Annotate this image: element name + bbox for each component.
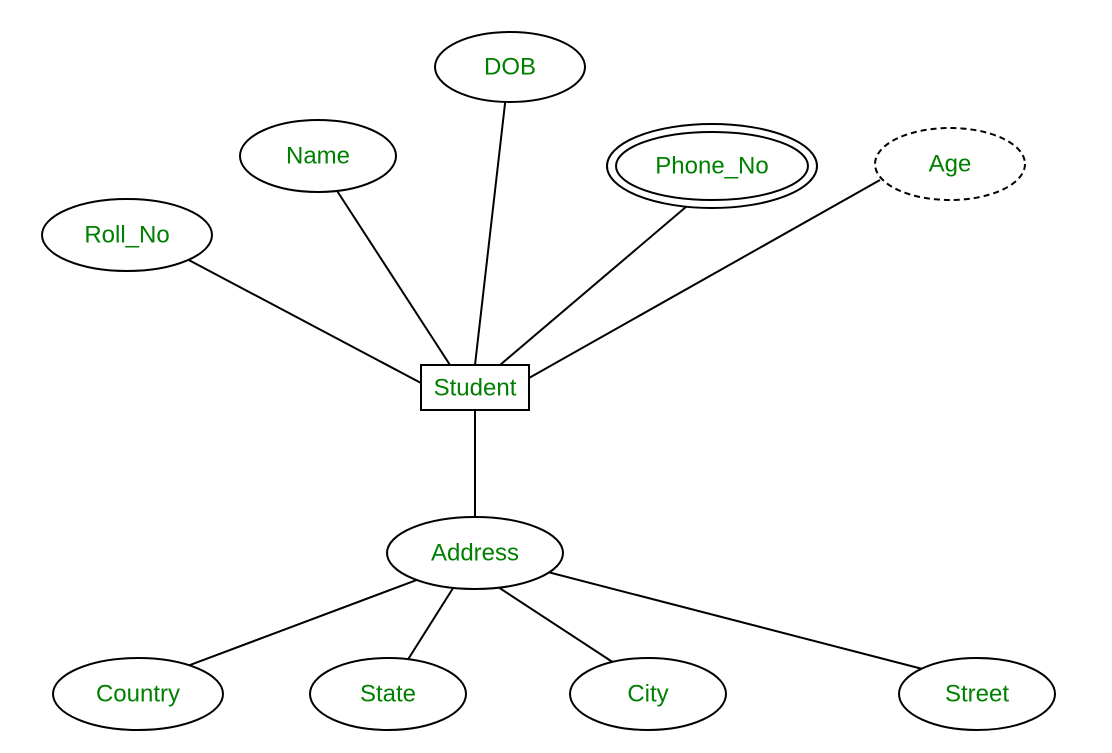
attr-country-label: Country <box>96 680 180 707</box>
attr-country: Country <box>53 658 223 730</box>
attr-state: State <box>310 658 466 730</box>
attr-roll-no: Roll_No <box>42 199 212 271</box>
attr-dob-label: DOB <box>484 53 536 80</box>
attr-city-label: City <box>627 680 668 707</box>
attr-address: Address <box>387 517 563 589</box>
attr-age: Age <box>875 128 1025 200</box>
attr-name: Name <box>240 120 396 192</box>
attr-state-label: State <box>360 680 416 707</box>
edge-student-age <box>529 180 880 378</box>
edge-student-dob <box>475 95 506 365</box>
attr-dob: DOB <box>435 32 585 102</box>
attr-age-label: Age <box>929 150 972 177</box>
attr-street-label: Street <box>945 680 1009 707</box>
edge-student-rollno <box>168 249 421 383</box>
er-diagram: Student Roll_No Name DOB Phone_No Age Ad… <box>0 0 1112 753</box>
attr-address-label: Address <box>431 539 519 566</box>
edge-student-name <box>330 180 450 365</box>
attr-phone-no: Phone_No <box>607 124 817 208</box>
edge-student-phoneno <box>500 195 700 365</box>
entity-student: Student <box>421 365 529 410</box>
attr-city: City <box>570 658 726 730</box>
attr-phone-no-label: Phone_No <box>655 152 768 179</box>
entity-student-label: Student <box>434 374 517 401</box>
attr-street: Street <box>899 658 1055 730</box>
attr-name-label: Name <box>286 142 350 169</box>
attr-roll-no-label: Roll_No <box>84 221 169 248</box>
